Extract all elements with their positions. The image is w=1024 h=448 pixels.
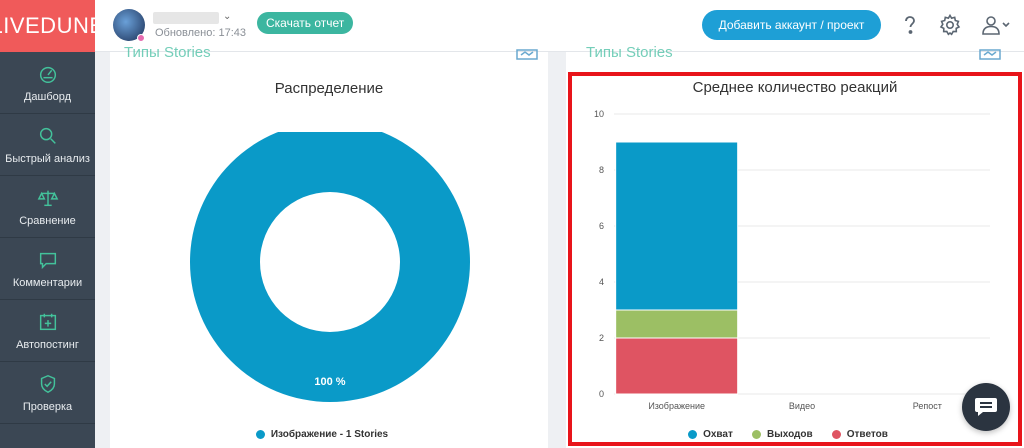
legend-item[interactable]: Ответов: [831, 429, 888, 440]
scales-icon: [37, 190, 58, 206]
legend-swatch: [688, 430, 698, 439]
app-logo[interactable]: LIVEDUNE: [0, 0, 104, 52]
legend-label: Выходов: [767, 429, 813, 440]
sidebar-item-dashboard[interactable]: Дашборд: [0, 52, 95, 114]
pie-slice[interactable]: [190, 132, 470, 402]
legend-item[interactable]: Изображение - 1 Stories: [255, 429, 389, 440]
sidebar-item-label: Быстрый анализ: [5, 152, 90, 165]
x-tick-label: Видео: [789, 401, 815, 411]
bar-segment[interactable]: [615, 337, 739, 395]
y-tick-label: 6: [599, 221, 604, 231]
legend-swatch: [752, 430, 761, 439]
sidebar-item-label: Комментарии: [12, 276, 83, 289]
add-account-button[interactable]: Добавить аккаунт / проект: [702, 10, 881, 40]
comment-icon: [39, 252, 56, 269]
slice-percent-label: 100 %: [314, 376, 345, 388]
chat-icon: [975, 398, 997, 416]
reactions-card: Типы Stories Среднее количество реакций …: [566, 44, 1024, 448]
instagram-badge-icon: [137, 34, 145, 42]
user-icon[interactable]: [980, 13, 1012, 37]
bar-segment[interactable]: [615, 309, 739, 339]
sidebar-item-quick-analysis[interactable]: Быстрый анализ: [0, 114, 95, 176]
sidebar-item-label: Дашборд: [23, 90, 72, 103]
legend-swatch: [831, 430, 841, 439]
chevron-down-icon[interactable]: ⌄: [223, 11, 231, 22]
top-header: ⌄ Обновлено: 17:43 Скачать отчет Добавит…: [95, 0, 1024, 52]
x-tick-label: Изображение: [648, 401, 705, 411]
legend-label: Охват: [703, 429, 733, 440]
pie-legend: Изображение - 1 Stories: [110, 424, 548, 443]
shield-check-icon: [40, 374, 55, 393]
y-tick-label: 10: [594, 109, 604, 119]
legend-label: Изображение - 1 Stories: [270, 429, 389, 440]
search-icon: [39, 127, 56, 144]
distribution-card: Типы Stories Распределение 100 % Изображ…: [110, 44, 548, 448]
legend-swatch: [255, 430, 265, 439]
y-tick-label: 8: [599, 165, 604, 175]
account-name-redacted[interactable]: [153, 12, 219, 24]
dashboard-icon: [39, 66, 56, 83]
calendar-plus-icon: [39, 313, 56, 330]
chart-title: Распределение: [274, 80, 384, 97]
sidebar: Дашборд Быстрый анализ Сравнение Коммент…: [0, 52, 95, 448]
stacked-bar-chart: 0 2 4 6 8 10 Изображение Видео Репост: [594, 109, 990, 411]
y-tick-label: 2: [599, 333, 604, 343]
y-tick-label: 4: [599, 277, 604, 287]
chat-button[interactable]: [962, 383, 1010, 431]
sidebar-item-compare[interactable]: Сравнение: [0, 176, 95, 238]
sidebar-item-autoposting[interactable]: Автопостинг: [0, 300, 95, 362]
sidebar-item-comments[interactable]: Комментарии: [0, 238, 95, 300]
updated-time: Обновлено: 17:43: [155, 27, 247, 39]
y-tick-label: 0: [599, 389, 604, 399]
legend-item[interactable]: Выходов: [752, 429, 813, 440]
x-tick-label: Репост: [913, 401, 942, 411]
donut-chart: 100 %: [190, 132, 470, 402]
section-title: Типы Stories: [124, 44, 211, 61]
bar-legend: Охват Выходов Ответов: [566, 424, 1024, 443]
sidebar-item-check[interactable]: Проверка: [0, 362, 95, 424]
sidebar-item-label: Автопостинг: [16, 338, 79, 351]
download-report-button[interactable]: Скачать отчет: [257, 12, 354, 34]
bar-segment[interactable]: [615, 141, 739, 311]
sidebar-item-label: Сравнение: [19, 214, 76, 227]
export-icon[interactable]: [516, 46, 538, 60]
legend-item[interactable]: Охват: [688, 429, 733, 440]
legend-label: Ответов: [846, 429, 888, 440]
gear-icon[interactable]: [938, 13, 962, 37]
sidebar-item-label: Проверка: [22, 400, 73, 413]
help-icon[interactable]: [898, 13, 922, 37]
